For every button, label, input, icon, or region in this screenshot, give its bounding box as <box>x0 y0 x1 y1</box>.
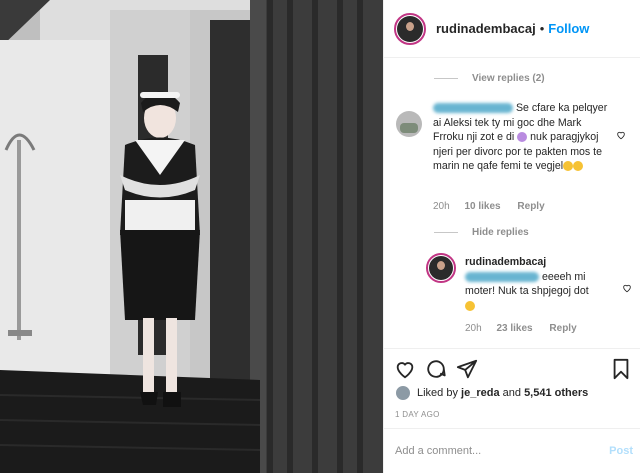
author-avatar[interactable] <box>394 12 426 45</box>
reply-text: rudinadembacaj eeeeh mi moter! Nuk ta sh… <box>465 255 600 313</box>
hide-replies-button[interactable]: Hide replies <box>434 227 529 238</box>
laughing-emoji-icon <box>573 161 584 172</box>
author-username[interactable]: rudinadembacaj <box>436 21 536 36</box>
comment-like-heart-icon[interactable] <box>616 130 626 140</box>
heart-icon[interactable] <box>394 358 416 380</box>
post-photo[interactable] <box>0 0 383 473</box>
liked-by-user[interactable]: je_reda <box>461 387 500 399</box>
reply-likes[interactable]: 23 likes <box>496 323 532 334</box>
view-replies-button[interactable]: View replies (2) <box>434 73 545 84</box>
likes-summary[interactable]: Liked by je_reda and 5,541 others <box>395 385 588 401</box>
laughing-emoji-icon <box>563 161 574 172</box>
comment-likes[interactable]: 10 likes <box>464 201 500 212</box>
hide-replies-label: Hide replies <box>472 227 529 238</box>
post-date: 1 DAY AGO <box>395 410 440 419</box>
replies-line <box>434 78 458 79</box>
laughing-emoji-icon <box>465 300 475 311</box>
liked-by-prefix: Liked by <box>417 387 458 399</box>
comment-reply-button[interactable]: Reply <box>517 201 544 212</box>
reply-author-avatar[interactable] <box>426 253 456 283</box>
comment-time: 20h <box>433 201 450 212</box>
comment-text: Se cfare ka pelqyer ai Aleksi tek ty mi … <box>433 101 613 174</box>
add-comment-input[interactable]: Add a comment... <box>395 445 481 457</box>
blurred-mention <box>465 271 539 282</box>
commenter-avatar[interactable] <box>396 111 422 137</box>
add-comment-bar: Add a comment... Post <box>384 428 640 473</box>
post-sidebar: rudinadembacaj • Follow View replies (2)… <box>383 0 640 473</box>
comment-meta: 20h 10 likes Reply <box>433 201 545 212</box>
reply-username[interactable]: rudinadembacaj <box>465 256 546 268</box>
reply-reply-button[interactable]: Reply <box>549 323 576 334</box>
replies-line <box>434 232 458 233</box>
follow-button[interactable]: Follow <box>548 21 589 36</box>
comments-list[interactable]: View replies (2) Se cfare ka pelqyer ai … <box>384 59 640 347</box>
reply-like-heart-icon[interactable] <box>622 283 632 293</box>
header-separator: • <box>539 21 545 36</box>
liked-by-and: and <box>502 387 521 399</box>
stage-photo-image <box>0 0 383 473</box>
action-bar <box>384 348 640 388</box>
liked-by-count[interactable]: 5,541 others <box>524 387 588 399</box>
reply-meta: 20h 23 likes Reply <box>465 323 577 334</box>
post-comment-button[interactable]: Post <box>609 445 633 457</box>
blurred-username <box>433 103 513 114</box>
post-header: rudinadembacaj • Follow <box>384 0 640 58</box>
hug-emoji-icon <box>517 132 528 143</box>
view-replies-label: View replies (2) <box>472 73 545 84</box>
comment-icon[interactable] <box>425 358 447 380</box>
reply-time: 20h <box>465 323 482 334</box>
bookmark-icon[interactable] <box>610 358 632 380</box>
share-icon[interactable] <box>456 358 478 380</box>
liker-avatar[interactable] <box>395 385 411 401</box>
